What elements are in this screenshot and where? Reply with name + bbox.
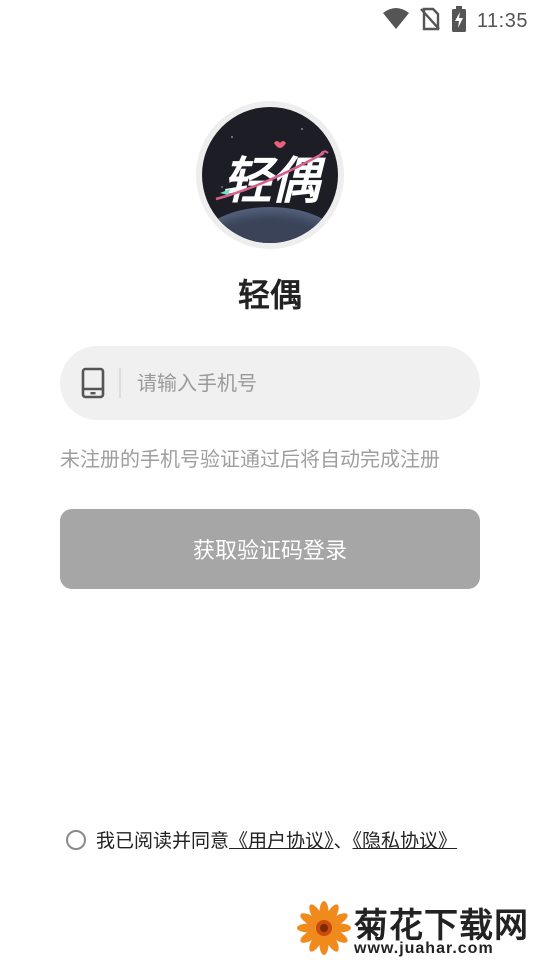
app-logo: 轻偶: [196, 101, 344, 249]
get-code-login-button[interactable]: 获取验证码登录: [60, 509, 480, 589]
no-sim-icon: [419, 7, 441, 35]
phone-input[interactable]: [135, 370, 459, 396]
user-agreement-link[interactable]: 《用户协议》: [229, 830, 334, 852]
watermark-url: www.juahar.com: [354, 940, 494, 957]
agreement-radio[interactable]: [66, 830, 86, 850]
logo-badge: 轻偶: [202, 107, 338, 243]
watermark: 菊花下载网 www.juahar.com: [296, 896, 540, 960]
wifi-icon: [382, 8, 409, 34]
privacy-policy-link[interactable]: 《隐私协议》: [353, 830, 458, 852]
agreement-prefix: 我已阅读并同意: [96, 830, 230, 852]
phone-field[interactable]: [60, 346, 480, 420]
agreement-text: 我已阅读并同意《用户协议》、《隐私协议》: [96, 826, 486, 856]
status-bar: 11:35: [0, 0, 540, 36]
app-name: 轻偶: [237, 276, 302, 314]
phone-icon: [80, 366, 106, 400]
agreement-separator: 、: [333, 830, 353, 852]
status-icons: 11:35: [382, 6, 528, 36]
register-hint: 未注册的手机号验证通过后将自动完成注册: [60, 447, 440, 471]
status-time: 11:35: [476, 9, 528, 32]
field-divider: [119, 368, 121, 398]
agreement: 我已阅读并同意《用户协议》、《隐私协议》: [66, 826, 486, 856]
battery-charging-icon: [451, 6, 467, 36]
flower-icon: [296, 900, 352, 956]
